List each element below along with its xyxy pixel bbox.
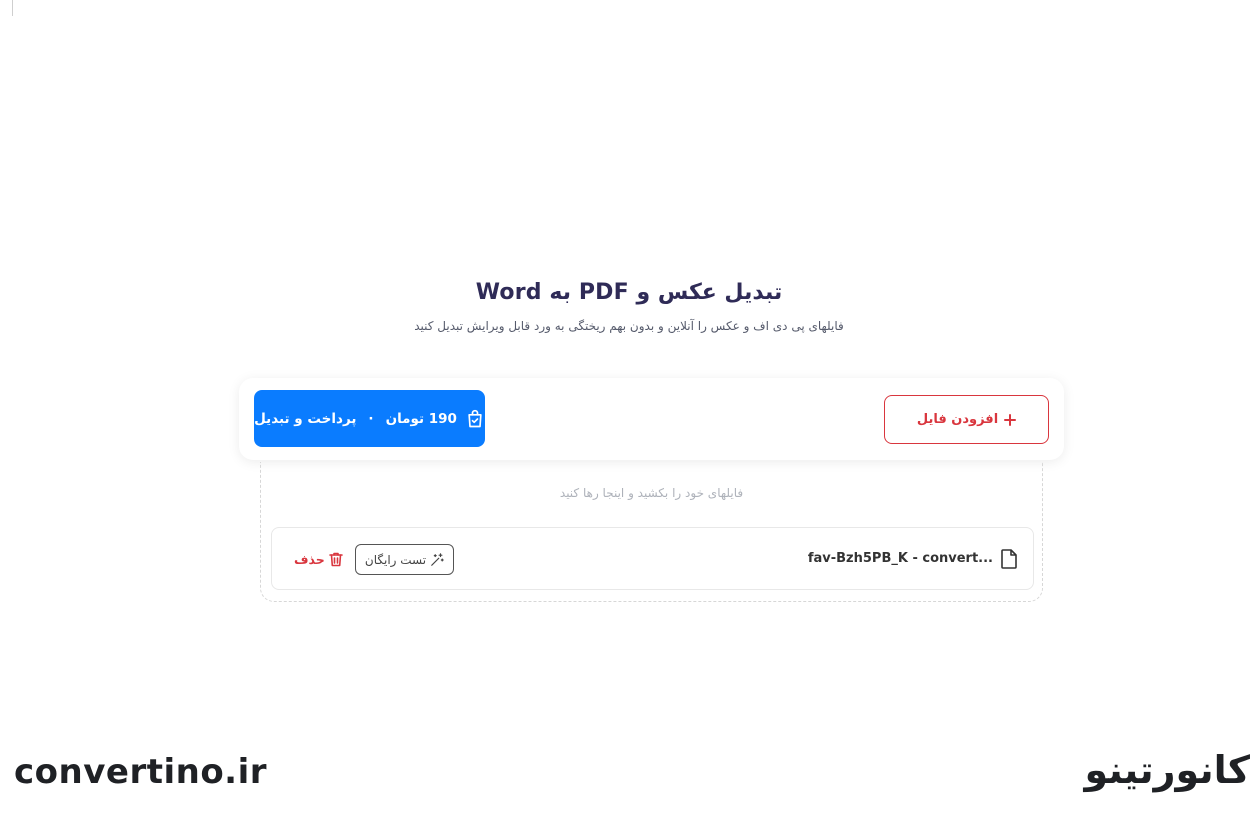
trash-icon bbox=[328, 552, 343, 567]
file-icon bbox=[1001, 548, 1017, 569]
file-dropzone[interactable]: فایلهای خود را بکشید و اینجا رها کنید fa… bbox=[260, 462, 1043, 602]
page-title: تبدیل عکس و PDF به Word bbox=[475, 280, 783, 305]
pay-label: پرداخت و تبدیل bbox=[254, 410, 357, 427]
upload-toolbar: 190 تومان · پرداخت و تبدیل افزودن فایل bbox=[239, 378, 1064, 460]
magic-wand-icon bbox=[430, 552, 444, 567]
free-test-label: تست رایگان bbox=[364, 552, 427, 567]
top-divider bbox=[12, 0, 13, 16]
pay-price: 190 تومان bbox=[385, 410, 457, 427]
page: تبدیل عکس و PDF به Word فایلهای پی دی اف… bbox=[0, 0, 1258, 822]
delete-file-button[interactable]: حذف bbox=[294, 544, 343, 575]
watermark-persian: کانورتینو bbox=[1084, 748, 1250, 792]
pay-and-convert-button[interactable]: 190 تومان · پرداخت و تبدیل bbox=[254, 390, 485, 447]
add-file-label: افزودن فایل bbox=[916, 412, 999, 427]
page-subtitle: فایلهای پی دی اف و عکس را آنلاین و بدون … bbox=[414, 319, 844, 333]
pay-separator: · bbox=[368, 410, 374, 427]
add-file-button[interactable]: افزودن فایل bbox=[884, 395, 1049, 444]
hero: تبدیل عکس و PDF به Word فایلهای پی دی اف… bbox=[0, 280, 1258, 333]
plus-icon bbox=[1004, 413, 1017, 426]
drop-hint: فایلهای خود را بکشید و اینجا رها کنید bbox=[559, 486, 744, 500]
file-row: fav-Bzh5PB_K - convert... تست رایگان حذف bbox=[271, 527, 1034, 590]
file-info: fav-Bzh5PB_K - convert... bbox=[808, 528, 1017, 589]
watermark-latin: convertino.ir bbox=[14, 752, 268, 792]
free-test-button[interactable]: تست رایگان bbox=[355, 544, 454, 575]
file-name: fav-Bzh5PB_K - convert... bbox=[807, 551, 993, 566]
shopping-bag-check-icon bbox=[465, 409, 485, 429]
delete-label: حذف bbox=[294, 552, 325, 567]
